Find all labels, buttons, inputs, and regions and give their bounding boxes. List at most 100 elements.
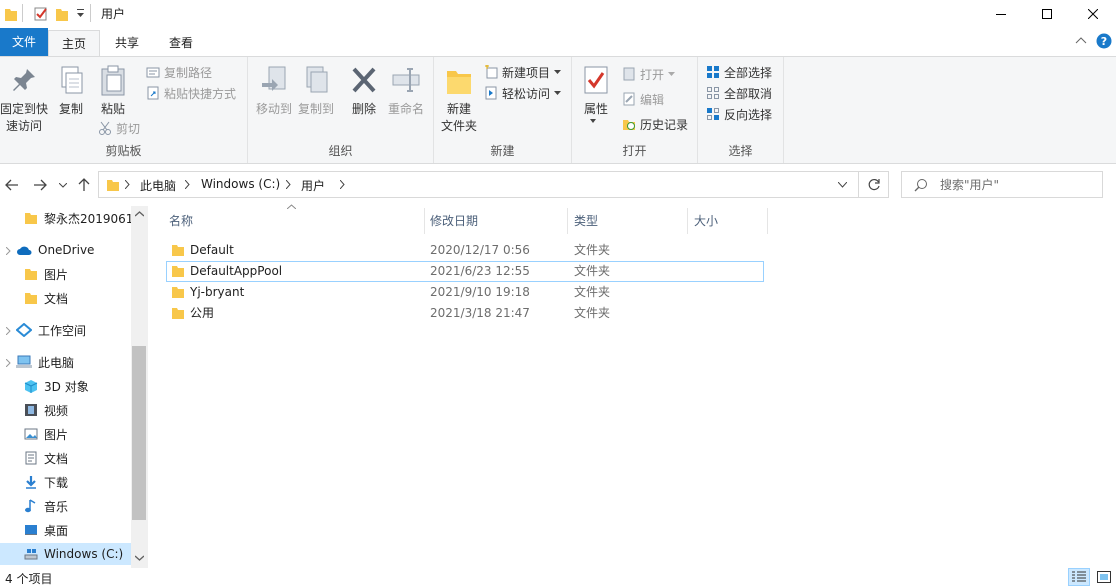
expand-chevron-icon[interactable] (6, 359, 11, 367)
details-view-button[interactable] (1068, 568, 1090, 586)
up-button[interactable] (75, 176, 93, 194)
file-row[interactable]: 公用 2021/3/18 21:47 文件夹 (166, 303, 764, 324)
nav-item-windows-c[interactable]: Windows (C:) (0, 543, 131, 565)
expand-chevron-icon[interactable] (6, 327, 11, 335)
copy-button[interactable]: 复制 (52, 65, 90, 118)
close-button[interactable] (1070, 0, 1116, 28)
nav-item-documents[interactable]: 文档 (0, 447, 68, 469)
tab-file[interactable]: 文件 (0, 28, 48, 56)
properties-button[interactable]: 属性 (578, 65, 614, 123)
large-icons-view-button[interactable] (1093, 568, 1115, 586)
column-header-name[interactable]: 名称 (169, 210, 193, 232)
new-folder-icon[interactable] (55, 6, 69, 22)
rename-button[interactable]: 重命名 (384, 65, 428, 118)
refresh-button[interactable] (859, 171, 889, 198)
recent-locations-button[interactable] (57, 176, 69, 194)
nav-item-pictures[interactable]: 图片 (0, 423, 68, 445)
column-header-type[interactable]: 类型 (574, 210, 598, 232)
large-icons-view-icon (1097, 571, 1111, 583)
collapse-ribbon-icon[interactable] (1075, 36, 1087, 44)
delete-button[interactable]: 删除 (346, 65, 382, 118)
select-all-button[interactable]: 全部选择 (706, 62, 772, 82)
copy-to-icon (301, 65, 331, 97)
minimize-button[interactable] (978, 0, 1024, 28)
nav-item-downloads[interactable]: 下载 (0, 471, 68, 493)
scroll-up-icon[interactable] (135, 211, 144, 217)
breadcrumb-windows-c[interactable]: Windows (C:) (201, 177, 280, 191)
tab-home[interactable]: 主页 (48, 30, 100, 56)
qa-dropdown-icon[interactable] (76, 8, 85, 24)
help-icon[interactable]: ? (1096, 33, 1112, 49)
paste-icon (98, 65, 128, 97)
tab-view[interactable]: 查看 (158, 30, 204, 56)
open-group-label: 打开 (622, 144, 647, 158)
new-item-dropdown-icon (554, 70, 562, 74)
chevron-right-icon (185, 180, 190, 189)
nav-item-3d-objects[interactable]: 3D 对象 (0, 375, 89, 397)
select-none-button[interactable]: 全部取消 (706, 83, 772, 103)
nav-item-user-folder[interactable]: 黎永杰2019061 (0, 207, 133, 229)
separator (22, 4, 23, 22)
tab-share[interactable]: 共享 (104, 30, 150, 56)
cut-button[interactable]: 剪切 (98, 118, 140, 138)
ribbon-tabs: 文件 主页 共享 查看 ? (0, 28, 1116, 56)
column-header-date[interactable]: 修改日期 (430, 210, 478, 232)
column-header-size[interactable]: 大小 (694, 210, 718, 232)
search-box[interactable]: 搜索"用户" (901, 171, 1103, 198)
window-title: 用户 (101, 7, 126, 21)
address-bar[interactable]: 此电脑 Windows (C:) 用户 (98, 171, 859, 198)
nav-item-onedrive[interactable]: OneDrive (0, 239, 94, 261)
breadcrumb-users[interactable]: 用户 (301, 177, 325, 194)
paste-shortcut-button[interactable]: 粘贴快捷方式 (146, 83, 236, 103)
nav-scrollbar-thumb[interactable] (132, 346, 146, 520)
column-divider[interactable] (687, 208, 688, 234)
properties-icon[interactable] (33, 6, 49, 22)
nav-item-videos[interactable]: 视频 (0, 399, 68, 421)
column-divider[interactable] (424, 208, 425, 234)
nav-item-desktop[interactable]: 桌面 (0, 519, 68, 541)
forward-button[interactable] (31, 176, 49, 194)
scroll-down-icon[interactable] (135, 555, 144, 561)
new-group: 新建 文件夹 新建项目 轻松访问 新建 (434, 57, 572, 163)
paste-button[interactable]: 粘贴 (94, 65, 132, 118)
copy-to-button[interactable]: 复制到 (294, 65, 338, 118)
history-button[interactable]: 历史记录 (622, 114, 688, 134)
nav-item-music[interactable]: 音乐 (0, 495, 68, 517)
file-date: 2021/9/10 19:18 (430, 285, 530, 299)
maximize-button[interactable] (1024, 0, 1070, 28)
invert-selection-button[interactable]: 反向选择 (706, 104, 772, 124)
invert-selection-icon (706, 107, 720, 121)
edit-button[interactable]: 编辑 (622, 89, 664, 109)
rename-icon (391, 65, 421, 97)
delete-label: 删除 (351, 102, 376, 116)
copy-path-button[interactable]: 复制路径 (146, 62, 212, 82)
expand-chevron-icon[interactable] (6, 247, 11, 255)
nav-label: 文档 (44, 451, 69, 466)
onedrive-icon (16, 244, 32, 256)
select-none-icon (706, 86, 720, 100)
pin-to-quick-access-button[interactable]: 固定到快 速访问 (0, 65, 48, 135)
file-row[interactable]: Default 2020/12/17 0:56 文件夹 (166, 240, 764, 261)
easy-access-button[interactable]: 轻松访问 (484, 83, 562, 103)
new-folder-button[interactable]: 新建 文件夹 (438, 65, 480, 135)
edit-label: 编辑 (640, 92, 665, 107)
open-group: 属性 打开 编辑 历史记录 打开 (572, 57, 698, 163)
file-row-selected[interactable]: DefaultAppPool 2021/6/23 12:55 文件夹 (166, 261, 764, 282)
nav-item-this-pc[interactable]: 此电脑 (0, 351, 74, 373)
file-row[interactable]: Yj-bryant 2021/9/10 19:18 文件夹 (166, 282, 764, 303)
file-type: 文件夹 (574, 306, 611, 320)
new-item-button[interactable]: 新建项目 (484, 62, 562, 82)
nav-label: 文档 (44, 291, 69, 306)
nav-item-onedrive-pictures[interactable]: 图片 (0, 263, 68, 285)
open-button[interactable]: 打开 (622, 64, 676, 84)
nav-item-workspace[interactable]: 工作空间 (0, 319, 86, 341)
back-button[interactable] (3, 176, 21, 194)
column-divider[interactable] (567, 208, 568, 234)
address-dropdown-icon[interactable] (838, 182, 847, 188)
select-group: 全部选择 全部取消 反向选择 选择 (698, 57, 784, 163)
move-to-button[interactable]: 移动到 (252, 65, 296, 118)
cut-label: 剪切 (116, 121, 141, 136)
nav-item-onedrive-documents[interactable]: 文档 (0, 287, 68, 309)
column-divider[interactable] (767, 208, 768, 234)
breadcrumb-this-pc[interactable]: 此电脑 (140, 177, 176, 194)
